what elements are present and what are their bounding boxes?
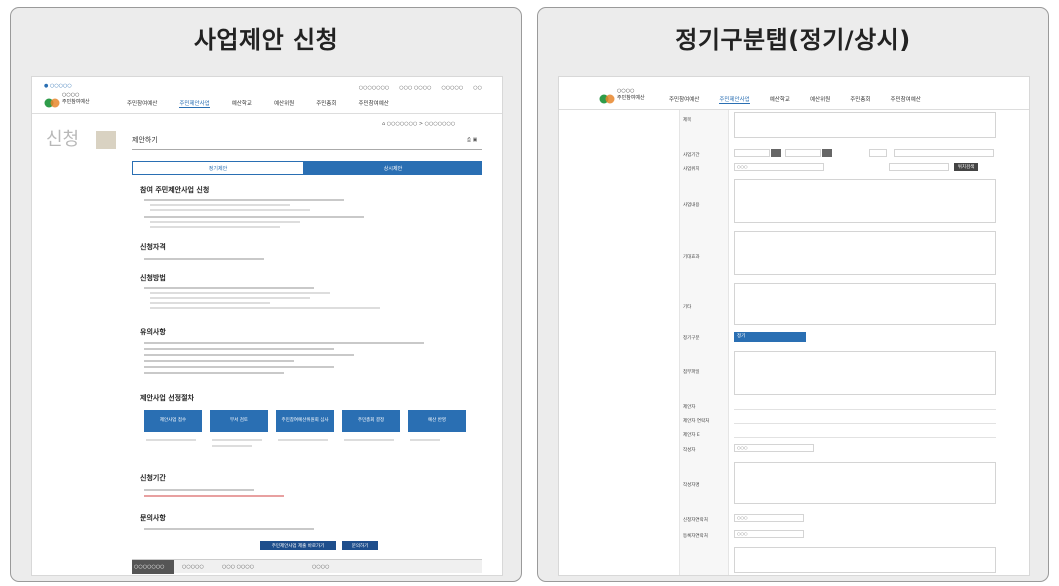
footer-item-4: ○○○○ [312, 564, 330, 570]
svg-text:신청: 신청 [46, 129, 79, 150]
small-select[interactable] [869, 149, 887, 157]
breadcrumb: ⌂ ○○○○○○○ > ○○○○○○○ [382, 121, 456, 127]
nav-item-1[interactable]: 주민참여예산 [127, 99, 157, 108]
right-screenshot: ○○○○ 주민참여예산 주민참여예산 주민제안사업 예산학교 예산위원 주민총회 … [558, 76, 1030, 576]
writer-input[interactable]: ○○○ [734, 444, 814, 452]
bottom-textarea[interactable] [734, 547, 996, 573]
left-screenshot: ● ○○○○○ ○○○○ 주민참여예산 ○○○○○○○ ○○○ ○○○○ ○○○○… [31, 76, 503, 576]
regular-select[interactable]: 정기 [734, 332, 806, 342]
right-panel: 정기구분탭(정기/상시) ○○○○ 주민참여예산 주민참여예산 주민제안사업 예산… [537, 7, 1049, 582]
etc-textarea[interactable] [734, 283, 996, 325]
site-logo-right [599, 89, 619, 104]
nav-r-5[interactable]: 주민총회 [850, 95, 870, 104]
step-box-5: 예산 반영 [408, 410, 466, 432]
right-panel-title: 정기구분탭(정기/상시) [675, 25, 911, 54]
attach-area[interactable] [734, 351, 996, 395]
label-content: 사업내용 [683, 203, 700, 208]
tab-anytime-label: 상시제안 [383, 165, 403, 172]
nav-item-2[interactable]: 주민제안사업 [179, 99, 210, 108]
label-applicant-phone: 신청자연락처 [683, 518, 708, 523]
location-search-button[interactable]: 위치검색 [954, 163, 978, 171]
footer-strip: ○○○○○○○ ○○○○○ ○○○ ○○○○ ○○○○ [132, 559, 482, 574]
location-input[interactable]: ○○○ [734, 163, 824, 171]
nav-item-6[interactable]: 주민참여예산 [359, 99, 389, 108]
effect-textarea[interactable] [734, 231, 996, 275]
writer-textarea[interactable] [734, 462, 996, 504]
util-link-1[interactable]: ○○○○○○○ [359, 85, 390, 91]
title-textarea[interactable] [734, 112, 996, 138]
page-title: 제안하기 [132, 136, 158, 144]
print-icon[interactable]: ⎙ ▣ [467, 137, 477, 143]
nav-item-5[interactable]: 주민총회 [316, 99, 336, 108]
footer-item-3: ○○○ ○○○○ [222, 564, 255, 570]
applicant-phone-input[interactable]: ○○○ [734, 514, 804, 522]
nav-r-6[interactable]: 주민참여예산 [891, 95, 921, 104]
util-link-3[interactable]: ○○○○○ [441, 85, 463, 91]
nav-item-3[interactable]: 예산학교 [232, 99, 252, 108]
calendar-icon-1[interactable] [771, 149, 781, 157]
tab-anytime[interactable]: 상시제안 [304, 161, 482, 175]
label-proposer-phone: 제안자 연락처 [683, 419, 710, 424]
section-title-5: 제안사업 선정절차 [140, 394, 194, 402]
section-title-3: 신청방법 [140, 274, 166, 282]
footer-item-1: ○○○○○○○ [134, 564, 165, 570]
label-writer-name: 작성자명 [683, 483, 700, 488]
left-panel: 사업제안 신청 ● ○○○○○ ○○○○ 주민참여예산 ○○○○○○○ ○○○ ○… [10, 7, 522, 582]
step-box-4: 주민총회 결정 [342, 410, 400, 432]
end-date-input[interactable] [785, 149, 821, 157]
site-logo [44, 93, 64, 108]
section-title-2: 신청자격 [140, 243, 166, 251]
step-box-3: 주민참여예산위원회 심사 [276, 410, 334, 432]
start-date-input[interactable] [734, 149, 770, 157]
label-effect: 기대효과 [683, 255, 700, 260]
nav-r-2[interactable]: 주민제안사업 [719, 95, 750, 104]
util-link-4[interactable]: ○○ [473, 85, 482, 91]
submit-proposal-button[interactable]: 주민제안사업 제출 바로가기 [260, 541, 336, 550]
content-textarea[interactable] [734, 179, 996, 223]
location-detail-input[interactable] [889, 163, 949, 171]
step-box-2: 부서 검토 [210, 410, 268, 432]
section-title-6: 신청기간 [140, 474, 166, 482]
util-link-2[interactable]: ○○○ ○○○○ [399, 85, 431, 91]
label-etc: 기타 [683, 305, 692, 310]
nav-item-4[interactable]: 예산위원 [274, 99, 294, 108]
calendar-icon-2[interactable] [822, 149, 832, 157]
label-period: 사업기간 [683, 153, 700, 158]
nav-r-3[interactable]: 예산학교 [770, 95, 790, 104]
nav-r-4[interactable]: 예산위원 [810, 95, 830, 104]
label-writer: 작성자 [683, 448, 696, 453]
label-location: 사업위치 [683, 167, 700, 172]
site-name: ○○○○ 주민참여예산 [62, 92, 90, 105]
step-box-1: 제안사업 접수 [144, 410, 202, 432]
section-title-7: 문의사항 [140, 514, 166, 522]
inquiry-button[interactable]: 문의하기 [342, 541, 378, 550]
tab-regular[interactable]: 정기제안 [132, 161, 304, 175]
label-proposer-email: 제안자 E [683, 433, 700, 438]
sidebar-illustration: 신청 [44, 125, 122, 153]
site-name-right: ○○○○ 주민참여예산 [617, 88, 645, 101]
extra-input[interactable] [894, 149, 994, 157]
label-attach: 첨부파일 [683, 370, 700, 375]
label-regular: 정기구분 [683, 336, 700, 341]
section-title-1: 참여 주민제안사업 신청 [140, 186, 210, 194]
label-title: 제목 [683, 118, 692, 123]
left-panel-title: 사업제안 신청 [193, 25, 339, 54]
footer-item-2: ○○○○○ [182, 564, 204, 570]
label-proposer: 제안자 [683, 405, 696, 410]
register-phone-input[interactable]: ○○○ [734, 530, 804, 538]
section-title-4: 유의사항 [140, 328, 166, 336]
label-register-phone: 등록자연락처 [683, 534, 708, 539]
gov-badge: ● ○○○○○ [44, 83, 72, 89]
nav-r-1[interactable]: 주민참여예산 [669, 95, 699, 104]
tab-regular-label: 정기제안 [208, 165, 228, 172]
